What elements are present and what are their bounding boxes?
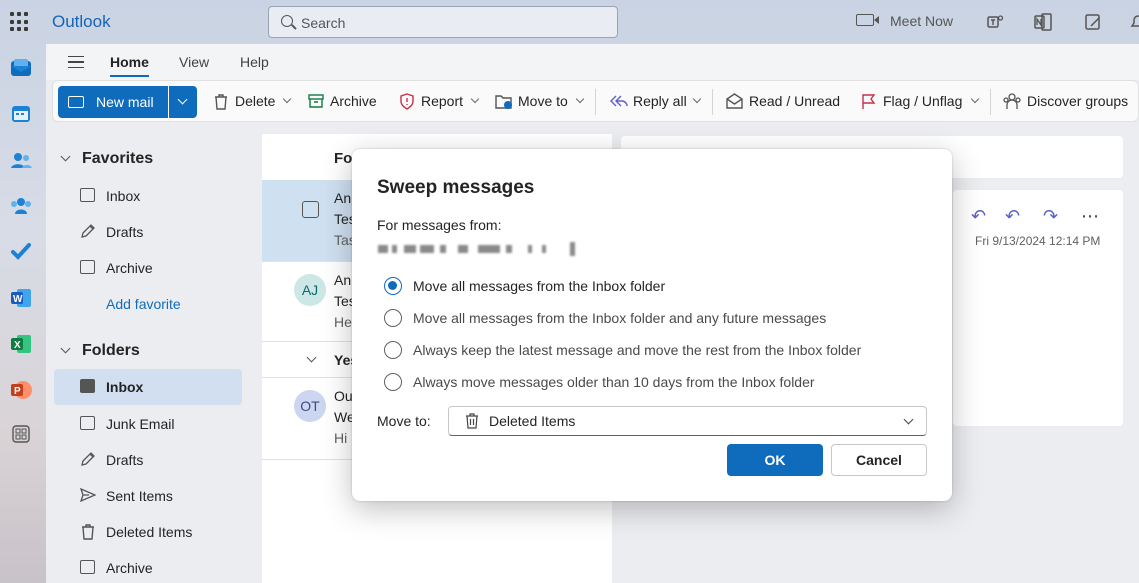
radio-button[interactable] (384, 309, 402, 327)
ok-button[interactable]: OK (727, 444, 823, 476)
option-label: Always keep the latest message and move … (413, 342, 862, 358)
move-to-dropdown[interactable]: Deleted Items (448, 406, 927, 436)
sweep-dialog: Sweep messages For messages from: Move a… (352, 149, 952, 501)
radio-button[interactable] (384, 373, 402, 391)
from-label: For messages from: (377, 217, 502, 233)
radio-button[interactable] (384, 341, 402, 359)
chevron-down-icon (903, 414, 914, 425)
option-label: Always move messages older than 10 days … (413, 374, 815, 390)
option-label: Move all messages from the Inbox folder (413, 278, 666, 294)
move-to-value: Deleted Items (489, 413, 576, 429)
option-label: Move all messages from the Inbox folder … (413, 310, 827, 326)
dialog-title: Sweep messages (377, 177, 535, 198)
redacted-sender (378, 242, 578, 256)
move-to-label: Move to: (377, 413, 431, 429)
radio-button[interactable] (384, 277, 402, 295)
trash-icon (466, 413, 478, 429)
cancel-button[interactable]: Cancel (831, 444, 927, 476)
